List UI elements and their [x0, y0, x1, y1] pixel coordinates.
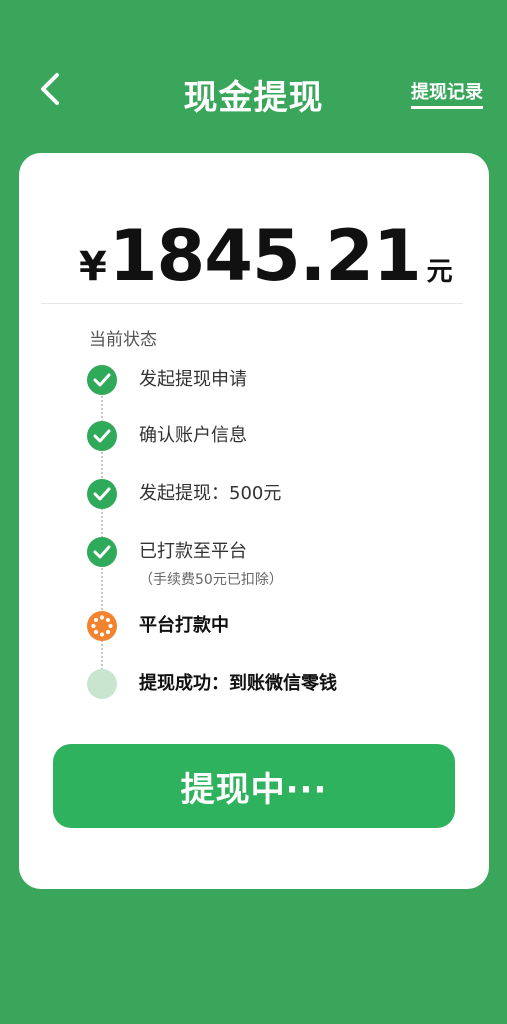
step-text: 发起提现申请	[139, 369, 247, 390]
step-text-group: 已打款至平台 （手续费50元已扣除）	[139, 537, 283, 591]
withdraw-card: ¥ 1845.21 元 当前状态 发起提现申请 确认账户信息 发起提现：500元	[19, 153, 489, 889]
step-text: 发起提现：500元	[139, 483, 282, 504]
withdrawing-button[interactable]: 提现中···	[53, 744, 455, 828]
top-bar: 现金提现 提现记录	[0, 0, 507, 150]
withdraw-records-link[interactable]: 提现记录	[411, 78, 483, 109]
status-step: 发起提现：500元	[87, 479, 281, 509]
divider	[41, 303, 463, 304]
step-text: 已打款至平台	[139, 541, 247, 562]
status-step-active: 平台打款中	[87, 611, 229, 641]
check-icon	[87, 537, 117, 567]
amount-display: ¥ 1845.21 元	[79, 215, 453, 305]
status-step-pending: 提现成功：到账微信零钱	[87, 669, 337, 699]
amount-value: 1845.21	[108, 215, 422, 297]
pending-dot-icon	[87, 669, 117, 699]
step-text: 提现成功：到账微信零钱	[139, 673, 337, 694]
status-timeline: 发起提现申请 确认账户信息 发起提现：500元 已打款至平台 （手续费50元已扣…	[19, 353, 489, 713]
status-step: 发起提现申请	[87, 365, 247, 395]
amount-unit: 元	[426, 257, 453, 287]
step-text: 平台打款中	[139, 615, 229, 636]
status-step: 已打款至平台 （手续费50元已扣除）	[87, 537, 283, 591]
currency-symbol: ¥	[79, 244, 107, 290]
status-label: 当前状态	[89, 330, 157, 350]
step-note: （手续费50元已扣除）	[139, 572, 283, 588]
check-icon	[87, 365, 117, 395]
step-text: 确认账户信息	[139, 425, 247, 446]
check-icon	[87, 421, 117, 451]
loading-spinner-icon	[87, 611, 117, 641]
status-step: 确认账户信息	[87, 421, 247, 451]
check-icon	[87, 479, 117, 509]
